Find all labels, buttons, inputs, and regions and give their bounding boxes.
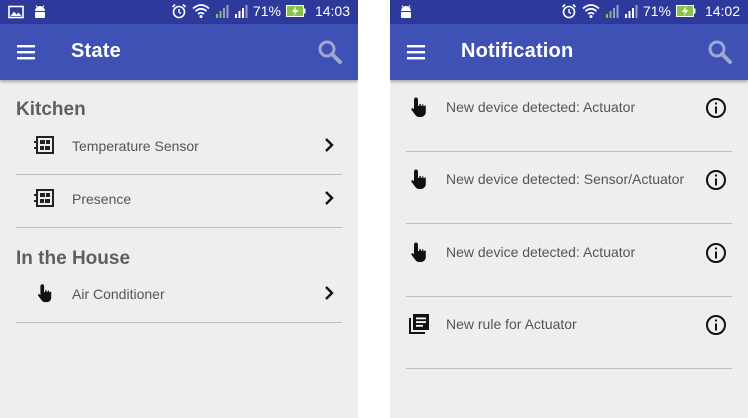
wifi-icon xyxy=(192,3,210,19)
clock: 14:02 xyxy=(704,3,740,19)
notification-screen: 71% 14:02 Notification New device detect… xyxy=(390,0,748,418)
notification-list: New device detected: Actuator New device… xyxy=(390,80,748,418)
notification-item[interactable]: New device detected: Actuator xyxy=(406,80,732,152)
signal-sim2-icon xyxy=(234,3,248,19)
notification-item[interactable]: New device detected: Sensor/Actuator xyxy=(406,152,732,224)
battery-percent: 71% xyxy=(642,3,671,19)
divider xyxy=(406,368,732,369)
notification-item[interactable]: New rule for Actuator xyxy=(406,297,732,369)
battery-icon xyxy=(286,3,306,19)
list-item-presence[interactable]: Presence xyxy=(16,173,342,225)
info-icon[interactable] xyxy=(705,314,727,336)
sensor-icon xyxy=(34,134,56,156)
divider xyxy=(406,223,732,224)
info-icon[interactable] xyxy=(705,97,727,119)
status-bar: 71% 14:02 xyxy=(390,0,748,24)
list-item-label: Temperature Sensor xyxy=(72,138,199,154)
android-icon xyxy=(398,4,414,20)
alarm-icon xyxy=(561,3,577,19)
touch-icon xyxy=(407,240,431,264)
list-item-label: Air Conditioner xyxy=(72,286,165,302)
alarm-icon xyxy=(171,3,187,19)
page-title: State xyxy=(71,40,121,62)
signal-sim1-icon xyxy=(215,3,229,19)
sensor-icon xyxy=(34,187,56,209)
divider xyxy=(16,322,342,323)
state-list: Kitchen Temperature Sensor Presence In t… xyxy=(0,80,358,418)
menu-icon[interactable] xyxy=(14,40,38,64)
android-icon xyxy=(32,4,48,20)
section-title-kitchen: Kitchen xyxy=(16,99,86,120)
list-item-label: Presence xyxy=(72,191,132,207)
notification-label: New rule for Actuator xyxy=(446,316,577,332)
app-bar: Notification xyxy=(390,24,748,80)
divider xyxy=(16,227,342,228)
app-bar: State xyxy=(0,24,358,80)
notification-label: New device detected: Sensor/Actuator xyxy=(446,171,685,187)
touch-icon xyxy=(407,95,431,119)
info-icon[interactable] xyxy=(705,169,727,191)
chevron-right-icon xyxy=(322,190,336,206)
touch-icon xyxy=(407,167,431,191)
notification-label: New device detected: Actuator xyxy=(446,244,636,260)
touch-icon xyxy=(34,282,56,304)
battery-icon xyxy=(676,3,696,19)
signal-sim1-icon xyxy=(605,3,619,19)
notification-item[interactable]: New device detected: Actuator xyxy=(406,225,732,297)
clock: 14:03 xyxy=(314,3,350,19)
notification-label: New device detected: Actuator xyxy=(446,99,636,115)
battery-percent: 71% xyxy=(252,3,281,19)
list-item-air-conditioner[interactable]: Air Conditioner xyxy=(16,268,342,320)
chevron-right-icon xyxy=(322,137,336,153)
section-title-in-the-house: In the House xyxy=(16,248,131,269)
search-icon[interactable] xyxy=(316,38,344,66)
info-icon[interactable] xyxy=(705,242,727,264)
signal-sim2-icon xyxy=(624,3,638,19)
image-notification-icon xyxy=(8,4,24,20)
status-bar: 71% 14:03 xyxy=(0,0,358,24)
page-title: Notification xyxy=(461,40,574,62)
rule-list-icon xyxy=(407,312,431,336)
list-item-temperature-sensor[interactable]: Temperature Sensor xyxy=(16,120,342,172)
state-screen: 71% 14:03 State Kitchen Temperature Sens… xyxy=(0,0,358,418)
menu-icon[interactable] xyxy=(404,40,428,64)
search-icon[interactable] xyxy=(706,38,734,66)
wifi-icon xyxy=(582,3,600,19)
chevron-right-icon xyxy=(322,285,336,301)
